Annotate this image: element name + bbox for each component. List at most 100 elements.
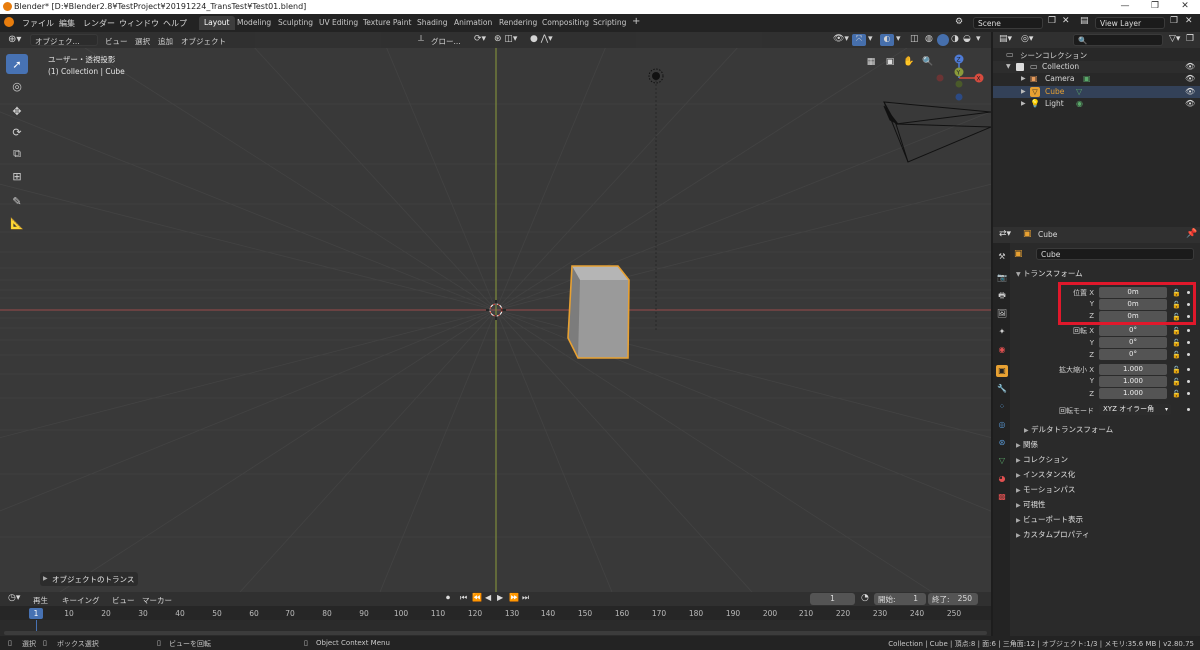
proportional-edit-icon[interactable]: ● ⋀▾ <box>530 34 553 44</box>
outliner-row-cube[interactable]: ▶ ▽ Cube ▽ 👁 <box>993 86 1200 98</box>
keyframe-dot-icon[interactable] <box>1187 392 1190 395</box>
viewport-menu-select[interactable]: 選択 <box>135 36 150 47</box>
section-viewport-display[interactable]: ▶ ビューポート表示 <box>1016 514 1083 525</box>
menu-help[interactable]: ヘルプ <box>163 18 187 29</box>
jump-start-icon[interactable]: ⏮ <box>460 593 467 603</box>
properties-editor-icon[interactable]: ⇄▾ <box>999 229 1011 239</box>
section-instancing[interactable]: ▶ インスタンス化 <box>1016 469 1075 480</box>
menu-file[interactable]: ファイル <box>22 18 54 29</box>
timeline-menu-keying[interactable]: キーイング <box>62 595 100 606</box>
lock-icon[interactable]: 🔓 <box>1172 390 1181 398</box>
material-tab-icon[interactable]: ◕ <box>996 473 1008 485</box>
viewport-menu-object[interactable]: オブジェクト <box>181 36 226 47</box>
timeline-scrollbar[interactable] <box>4 631 987 635</box>
camera-view-icon[interactable]: ▦ <box>863 54 879 70</box>
rotation-y-field[interactable]: 0° <box>1099 337 1167 348</box>
tab-layout[interactable]: Layout <box>199 16 235 30</box>
object-name-field[interactable]: Cube <box>1036 248 1194 260</box>
view-layer-selector[interactable]: View Layer <box>1095 17 1165 29</box>
scene-tab-icon[interactable]: ✦ <box>996 326 1008 338</box>
section-collections[interactable]: ▶ コレクション <box>1016 454 1068 465</box>
timeline-menu-marker[interactable]: マーカー <box>142 595 172 606</box>
timeline-area[interactable]: 1 10 20 30 40 50 60 70 80 90 100 110 120… <box>0 606 991 636</box>
overlay-dropdown-icon[interactable]: ▾ <box>896 34 901 44</box>
current-frame-field[interactable]: 1 <box>810 593 855 605</box>
menu-window[interactable]: ウィンドウ <box>119 18 159 29</box>
tab-texture-paint[interactable]: Texture Paint <box>358 16 416 30</box>
view-layer-tab-icon[interactable]: 🖼 <box>996 308 1008 320</box>
delete-scene-icon[interactable]: ✕ <box>1062 16 1070 26</box>
overlay-toggle-icon[interactable]: ◐ <box>880 34 894 46</box>
frame-ruler[interactable]: 1 10 20 30 40 50 60 70 80 90 100 110 120… <box>0 606 991 620</box>
tab-sculpting[interactable]: Sculpting <box>273 16 318 30</box>
tab-rendering[interactable]: Rendering <box>494 16 542 30</box>
visibility-eye-icon[interactable]: 👁 <box>1185 87 1195 96</box>
blender-menu-icon[interactable] <box>4 17 14 27</box>
section-custom-properties[interactable]: ▶ カスタムプロパティ <box>1016 529 1090 540</box>
rotation-x-field[interactable]: 0° <box>1099 325 1167 336</box>
visibility-eye-icon[interactable]: 👁 <box>1185 74 1195 83</box>
expand-arrow-icon[interactable]: ▼ <box>1006 63 1011 70</box>
pan-hand-icon[interactable]: ✋ <box>901 54 917 70</box>
tab-scripting[interactable]: Scripting <box>588 16 631 30</box>
scale-tool-icon[interactable]: ⧉ <box>6 144 28 164</box>
navigation-gizmo[interactable]: X Y Z <box>930 50 990 106</box>
pivot-icon[interactable]: ⟳▾ <box>474 34 486 44</box>
render-tab-icon[interactable]: 📷 <box>996 272 1008 284</box>
delta-transform-header[interactable]: ▶ デルタトランスフォーム <box>1024 424 1113 435</box>
play-reverse-icon[interactable]: ◀ <box>485 593 491 602</box>
move-tool-icon[interactable]: ✥ <box>6 101 28 121</box>
timeline-menu-view[interactable]: ビュー <box>112 595 135 606</box>
outliner-editor-icon[interactable]: ▤▾ <box>999 34 1012 44</box>
transform-orientation-selector[interactable]: グロー... <box>431 36 461 47</box>
menu-render[interactable]: レンダー <box>83 18 115 29</box>
tab-shading[interactable]: Shading <box>412 16 452 30</box>
checkbox-icon[interactable] <box>1016 63 1024 71</box>
menu-edit[interactable]: 編集 <box>59 18 75 29</box>
outliner-row-scene-collection[interactable]: ▭ シーンコレクション <box>993 49 1200 61</box>
annotate-tool-icon[interactable]: ✎ <box>6 191 28 211</box>
select-tool-icon[interactable]: ➚ <box>6 54 28 74</box>
camera-data-icon[interactable]: ▣ <box>1083 74 1091 83</box>
rotation-mode-select[interactable]: XYZ オイラー角 ▾ <box>1099 404 1171 415</box>
keyframe-dot-icon[interactable] <box>1187 408 1190 411</box>
solid-shading-icon[interactable] <box>937 34 949 46</box>
tab-compositing[interactable]: Compositing <box>537 16 594 30</box>
expand-arrow-icon[interactable]: ▶ <box>1021 100 1026 107</box>
scale-x-field[interactable]: 1.000 <box>1099 364 1167 375</box>
scale-y-field[interactable]: 1.000 <box>1099 376 1167 387</box>
gizmo-dropdown-icon[interactable]: ▾ <box>868 34 873 44</box>
keyframe-dot-icon[interactable] <box>1187 329 1190 332</box>
outliner-row-camera[interactable]: ▶ ▣ Camera ▣ 👁 <box>993 73 1200 85</box>
keyframe-dot-icon[interactable] <box>1187 368 1190 371</box>
measure-tool-icon[interactable]: 📐 <box>6 213 28 233</box>
lock-icon[interactable]: 🔓 <box>1172 378 1181 386</box>
editor-type-icon[interactable]: ⊕▾ <box>8 34 21 45</box>
modifier-tab-icon[interactable]: 🔧 <box>996 383 1008 395</box>
world-tab-icon[interactable]: ◉ <box>996 344 1008 356</box>
rendered-shading-icon[interactable]: ◒ <box>963 34 971 44</box>
keyframe-dot-icon[interactable] <box>1187 380 1190 383</box>
jump-end-icon[interactable]: ⏭ <box>522 593 529 603</box>
tab-animation[interactable]: Animation <box>449 16 497 30</box>
prev-keyframe-icon[interactable]: ⏪ <box>472 593 482 602</box>
snap-icon[interactable]: ⊛ ◫▾ <box>494 34 517 44</box>
perspective-toggle-icon[interactable]: ▣ <box>882 54 898 70</box>
section-motion-paths[interactable]: ▶ モーションパス <box>1016 484 1075 495</box>
minimize-button[interactable]: — <box>1110 1 1140 13</box>
scene-selector[interactable]: Scene <box>973 17 1043 29</box>
mode-selector[interactable]: オブジェク... <box>30 34 98 46</box>
timeline-editor-icon[interactable]: ◷▾ <box>8 593 20 603</box>
xray-icon[interactable]: ◫ <box>910 34 919 44</box>
outliner-row-light[interactable]: ▶ 💡 Light ◉ 👁 <box>993 98 1200 110</box>
record-button-icon[interactable]: ⏺ <box>446 593 450 603</box>
expand-arrow-icon[interactable]: ▶ <box>1021 88 1026 95</box>
transform-panel-header[interactable]: ▼ トランスフォーム <box>1016 268 1083 279</box>
shading-options-icon[interactable]: ▾ <box>976 34 981 44</box>
section-visibility[interactable]: ▶ 可視性 <box>1016 499 1046 510</box>
viewport-menu-add[interactable]: 追加 <box>158 36 173 47</box>
texture-tab-icon[interactable]: ▩ <box>996 491 1008 503</box>
gizmo-toggle-icon[interactable]: ⤧ <box>852 34 866 46</box>
timeline-menu-playback[interactable]: 再生 <box>33 595 48 606</box>
constraints-tab-icon[interactable]: ⊛ <box>996 437 1008 449</box>
